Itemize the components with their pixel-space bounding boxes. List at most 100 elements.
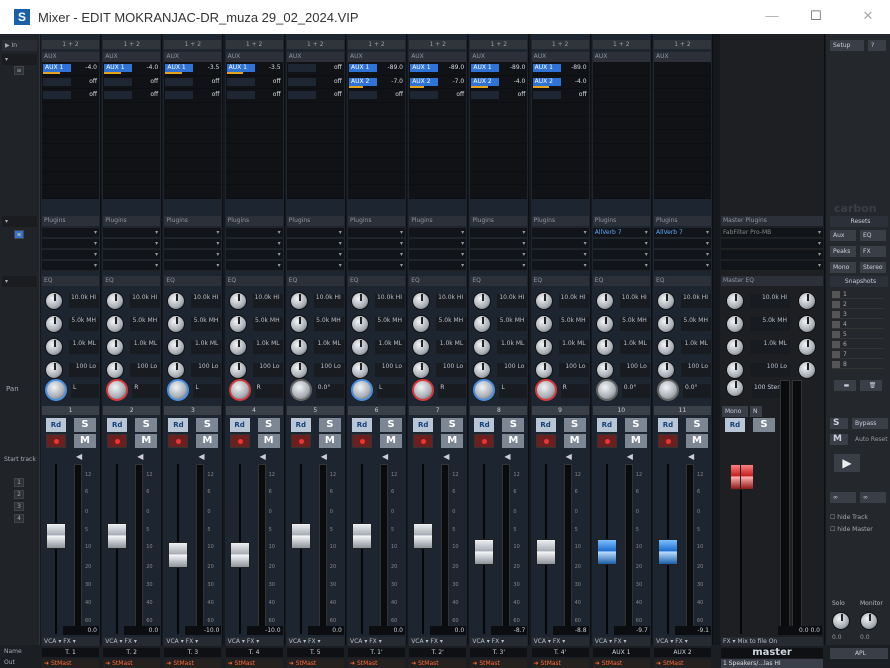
eq-band-knob[interactable] (534, 292, 553, 310)
fx-button[interactable]: FX (430, 638, 438, 645)
plugin-slot[interactable]: ▾ (409, 239, 467, 249)
volume-fader[interactable] (413, 522, 434, 549)
speaker-icon[interactable]: ◀ (321, 452, 327, 461)
aux-send-slot[interactable]: off (348, 89, 405, 104)
input-select[interactable]: 1 + 2 (348, 40, 405, 49)
pan-knob[interactable] (45, 379, 67, 401)
aux-send-slot-empty[interactable] (592, 144, 650, 158)
read-button[interactable]: Rd (352, 418, 372, 432)
volume-fader[interactable] (596, 539, 617, 566)
output-select[interactable]: ➜ StMast (348, 659, 405, 668)
aux-send-slot-empty[interactable] (286, 116, 344, 131)
input-select[interactable]: 1 + 2 (164, 40, 222, 49)
aux-send-slot-empty[interactable] (654, 185, 711, 199)
aux-send-slot-empty[interactable] (225, 116, 283, 131)
read-button[interactable]: Rd (596, 418, 617, 432)
plugin-slot[interactable]: ▾ (42, 261, 99, 271)
plugin-slot[interactable]: AllVerb 7 ▾ (592, 228, 650, 238)
master-on-button[interactable]: On (769, 638, 778, 645)
plugin-slot[interactable]: ▾ (348, 250, 405, 260)
output-select[interactable]: ➜ StMast (225, 659, 283, 668)
aux-send-slot-empty[interactable] (531, 157, 589, 172)
plugin-slot[interactable]: ▾ (470, 239, 528, 249)
eq-band-knob[interactable] (473, 361, 492, 379)
vca-button[interactable]: VCA (595, 638, 607, 645)
eq-band-knob[interactable] (289, 315, 308, 333)
plugin-slot[interactable]: ▾ (531, 228, 589, 238)
aux-send-slot-empty[interactable] (225, 185, 283, 199)
aux-send-slot-empty[interactable] (286, 185, 344, 199)
aux-send-slot[interactable]: AUX 1 -4.0 (103, 62, 161, 76)
output-select[interactable]: ➜ StMast (470, 659, 528, 668)
eq-band-knob[interactable] (351, 338, 369, 356)
read-button[interactable]: Rd (229, 418, 250, 432)
aux-send-slot-empty[interactable] (592, 89, 650, 104)
input-select[interactable]: 1 + 2 (42, 40, 99, 49)
plugin-slot[interactable]: ▾ (592, 250, 650, 260)
aux-send-slot-empty[interactable] (42, 130, 99, 145)
aux-send-slot-empty[interactable] (348, 130, 405, 145)
aux-send-slot-empty[interactable] (164, 157, 222, 172)
aux-send-slot-empty[interactable] (164, 171, 222, 186)
output-select[interactable]: ➜ StMast (286, 659, 344, 668)
speaker-icon[interactable]: ◀ (688, 452, 694, 461)
vca-button[interactable]: VCA (656, 638, 668, 645)
aux-send-slot[interactable]: off (531, 89, 589, 104)
input-select[interactable]: 1 + 2 (470, 40, 528, 49)
speaker-icon[interactable]: ◀ (443, 452, 449, 461)
aux-send-slot[interactable]: AUX 1 -3.5 (225, 62, 283, 76)
aux-send-slot-empty[interactable] (103, 130, 161, 145)
plugin-slot[interactable]: ▾ (42, 228, 99, 238)
mute-button[interactable]: M (624, 434, 647, 448)
aux-send-slot-empty[interactable] (654, 89, 711, 104)
eq-band-knob[interactable] (412, 315, 431, 333)
snapshot-slot[interactable]: 7 (832, 350, 884, 359)
output-select[interactable]: ➜ StMast (409, 659, 467, 668)
master-eq-gain-knob[interactable] (798, 315, 816, 333)
aux-send-slot-empty[interactable] (592, 116, 650, 131)
input-toggle-button[interactable]: ▶ In (2, 40, 37, 51)
aux-send-slot[interactable]: off (225, 75, 283, 90)
pan-knob[interactable] (595, 379, 618, 401)
aux-send-slot-empty[interactable] (592, 62, 650, 76)
plugin-slot[interactable]: ▾ (42, 239, 99, 249)
aux-send-slot-empty[interactable] (103, 144, 161, 158)
eq-band-knob[interactable] (412, 292, 431, 310)
master-eq-gain-knob[interactable] (798, 292, 816, 310)
aux-send-slot-empty[interactable] (531, 116, 589, 131)
fx-button[interactable]: FX (186, 638, 194, 645)
master-eq-knob[interactable] (726, 315, 744, 333)
master-plugin-slot-empty[interactable]: ▾ (721, 261, 823, 271)
eq-band-knob[interactable] (228, 338, 247, 356)
vca-button[interactable]: VCA (411, 638, 423, 645)
plugin-slot[interactable]: ▾ (348, 239, 405, 249)
snapshot-slot[interactable]: 2 (832, 300, 884, 309)
pan-knob[interactable] (657, 379, 679, 401)
aux-send-slot-empty[interactable] (225, 103, 283, 117)
start-track-1[interactable]: 1 (14, 478, 24, 487)
aux-send-slot-empty[interactable] (225, 157, 283, 172)
fx-button[interactable]: FX (369, 638, 377, 645)
eq-band-knob[interactable] (657, 315, 675, 333)
global-solo-button[interactable]: S (830, 418, 848, 429)
mute-button[interactable]: M (380, 434, 402, 448)
master-eq-knob[interactable] (726, 361, 744, 379)
pan-knob[interactable] (473, 379, 496, 401)
plugin-slot[interactable]: ▾ (348, 261, 405, 271)
aux-send-slot-empty[interactable] (531, 185, 589, 199)
eq-band-knob[interactable] (167, 315, 186, 333)
auto-reset-checkbox[interactable]: Auto Reset (852, 434, 888, 445)
aux-send-slot-empty[interactable] (654, 103, 711, 117)
master-plugin-slot-empty[interactable]: ▾ (721, 239, 823, 249)
aux-send-slot-empty[interactable] (225, 144, 283, 158)
output-select[interactable]: ➜ StMast (42, 659, 99, 668)
volume-fader[interactable] (290, 522, 311, 549)
eq-band-knob[interactable] (657, 338, 675, 356)
volume-fader[interactable] (535, 539, 556, 566)
eq-band-knob[interactable] (351, 292, 369, 310)
output-select[interactable]: ➜ StMast (164, 659, 222, 668)
eq-band-knob[interactable] (106, 361, 125, 379)
vca-button[interactable]: VCA (105, 638, 117, 645)
fx-button[interactable]: FX (614, 638, 622, 645)
stereo-button[interactable]: Stereo (860, 262, 886, 273)
